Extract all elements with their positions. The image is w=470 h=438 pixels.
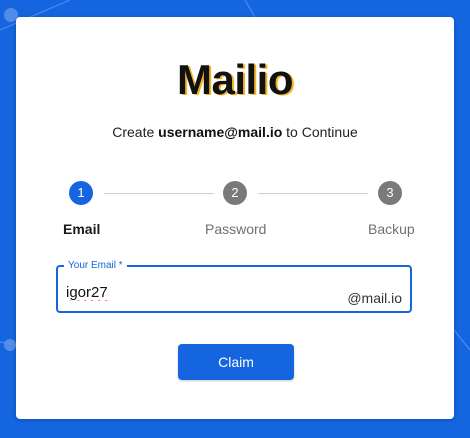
subtitle-suffix: to Continue bbox=[282, 124, 358, 140]
step-3-indicator: 3 bbox=[378, 181, 402, 205]
signup-stepper: 1 2 3 Email Password Backup bbox=[16, 177, 454, 247]
email-field: Your Email * @mail.io bbox=[56, 259, 412, 313]
brand-logo: Mailio bbox=[176, 56, 294, 103]
email-input[interactable] bbox=[66, 281, 326, 303]
step-connector-2 bbox=[258, 193, 368, 194]
step-connector-1 bbox=[104, 193, 214, 194]
step-1-indicator: 1 bbox=[69, 181, 93, 205]
subtitle-address: username@mail.io bbox=[158, 124, 283, 140]
subtitle: Create username@mail.io to Continue bbox=[16, 123, 454, 141]
step-2-label: Password bbox=[205, 221, 267, 237]
step-3-label: Backup bbox=[368, 221, 415, 237]
step-2-indicator: 2 bbox=[223, 181, 247, 205]
email-field-label: Your Email * bbox=[64, 259, 127, 272]
subtitle-prefix: Create bbox=[112, 124, 159, 140]
signup-card: Mailio Create username@mail.io to Contin… bbox=[16, 17, 454, 419]
email-domain-suffix: @mail.io bbox=[347, 290, 402, 306]
claim-button[interactable]: Claim bbox=[178, 344, 294, 380]
step-1-label: Email bbox=[63, 221, 101, 237]
